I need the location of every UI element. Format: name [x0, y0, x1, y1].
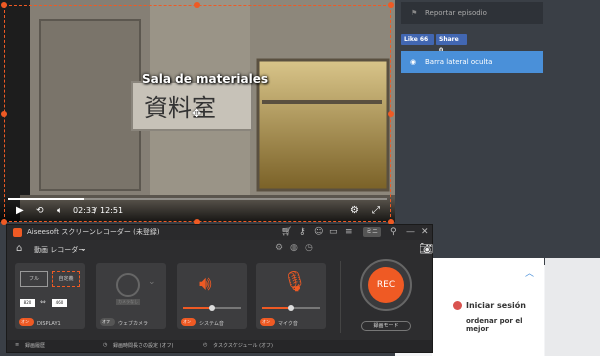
width-input[interactable]: 820 — [20, 299, 35, 307]
subtitle-text: Sala de materiales — [142, 72, 269, 86]
sign-text: 資料室 — [144, 94, 216, 122]
chevron-down-icon[interactable]: ⌄ — [148, 277, 156, 287]
system-volume-slider[interactable] — [183, 305, 241, 311]
resize-handle[interactable] — [388, 2, 394, 8]
pin-icon[interactable]: ⚲ — [390, 226, 397, 238]
title-bar[interactable]: Aiseesoft スクリーンレコーダー (未登録) 🛒︎ ⚷ ☺ ▭ ≡ ミニ… — [7, 225, 432, 240]
gear-icon[interactable]: ⚙ — [275, 243, 283, 253]
toolbar: ⌂ 動画 レコーダー ⌄ ⚙ ◍ ◷ 📷︎ — [7, 240, 433, 258]
login-link[interactable]: Iniciar sesión — [453, 301, 526, 310]
progress-bar[interactable] — [8, 198, 387, 200]
system-audio-toggle[interactable]: オン — [181, 318, 196, 326]
chevron-up-icon[interactable]: ︿ — [525, 266, 534, 279]
webcam-off-icon — [116, 273, 140, 297]
history-icon: ≡ — [15, 342, 20, 348]
camera-icon[interactable]: 📷︎ — [419, 242, 433, 255]
no-camera-label: カメラなし — [116, 299, 140, 305]
user-icon — [453, 301, 462, 310]
eye-icon: ◉ — [410, 58, 417, 66]
microphone-toggle[interactable]: オン — [260, 318, 275, 326]
current-time: 02:33 — [73, 206, 97, 215]
facebook-like-button[interactable]: Like 66 — [401, 34, 434, 45]
rec-label: REC — [368, 267, 404, 303]
home-icon[interactable]: ⌂ — [16, 243, 22, 254]
screen-panel: フル 自定義 820 ⇔ 460 オン DISPLAY1 — [15, 263, 85, 329]
sort-dropdown[interactable]: ordenar por el mejor — [466, 317, 536, 333]
screen-toggle[interactable]: オン — [19, 318, 34, 326]
link-icon[interactable]: ⇔ — [40, 298, 46, 306]
clock-icon: ◷ — [103, 342, 108, 348]
fullscreen-icon[interactable]: ⤢ — [372, 205, 380, 217]
comments-side — [545, 258, 600, 356]
resize-handle[interactable] — [1, 2, 7, 8]
total-time: 12:51 — [100, 206, 124, 215]
window-title: Aiseesoft スクリーンレコーダー (未登録) — [27, 228, 160, 236]
time-separator: / — [94, 206, 97, 215]
chat-icon[interactable]: ▭ — [329, 226, 338, 238]
resize-handle[interactable] — [194, 2, 200, 8]
microphone-icon: 🎙︎ — [282, 269, 308, 293]
volume-icon[interactable]: 🔈︎ — [57, 205, 62, 217]
microphone-panel: 🎙︎ オン マイク音 — [256, 263, 326, 329]
menu-icon[interactable]: ≡ — [345, 226, 353, 238]
duration-link[interactable]: 録画時間長さの設定 (オフ) — [113, 342, 174, 349]
full-screen-button[interactable]: フル — [20, 271, 48, 287]
height-input[interactable]: 460 — [52, 299, 67, 307]
bottom-bar: ≡ 録画履歴 ◷ 録画時間長さの設定 (オフ) ◴ タスクスケジュール (オフ) — [7, 340, 432, 352]
resize-handle[interactable] — [388, 111, 394, 117]
report-label: Reportar episodio — [425, 9, 487, 17]
minimize-icon[interactable]: — — [406, 226, 415, 238]
history-link[interactable]: 録画履歴 — [25, 342, 45, 349]
report-episode-button[interactable]: ⚑ Reportar episodio — [401, 2, 543, 24]
rec-button[interactable]: REC — [360, 259, 412, 311]
video-player[interactable]: 資料室 Sala de materiales ✥ ▶ ⟲ 🔈︎ 02:33 / … — [0, 0, 395, 222]
replay-icon[interactable]: ⟲ — [36, 205, 44, 217]
app-logo-icon — [13, 228, 22, 237]
webcam-toggle[interactable]: オフ — [100, 318, 115, 326]
login-label: Iniciar sesión — [466, 301, 526, 310]
speaker-icon: 🔊︎ — [199, 271, 212, 295]
user-icon[interactable]: ☺ — [314, 226, 323, 238]
schedule-icon: ◴ — [203, 342, 208, 348]
key-icon[interactable]: ⚷ — [299, 226, 306, 238]
move-cursor-icon: ✥ — [192, 107, 202, 120]
resize-handle[interactable] — [1, 111, 7, 117]
record-mode-button[interactable]: 録画モード — [361, 321, 411, 331]
display-select[interactable]: DISPLAY1 — [37, 321, 61, 327]
custom-region-button[interactable]: 自定義 — [52, 271, 80, 287]
sidebar-label: Barra lateral oculta — [425, 58, 493, 66]
flag-icon: ⚑ — [411, 9, 418, 17]
system-audio-label: システム音 — [199, 321, 224, 327]
mic-volume-slider[interactable] — [262, 305, 320, 311]
webcam-label: ウェブカメラ — [118, 321, 149, 327]
clock-icon[interactable]: ◷ — [305, 243, 313, 253]
mini-mode-button[interactable]: ミニ — [363, 227, 382, 237]
hide-sidebar-button[interactable]: ◉ Barra lateral oculta — [401, 51, 543, 73]
close-icon[interactable]: ✕ — [421, 226, 429, 238]
facebook-share-button[interactable]: Share 0 — [436, 34, 467, 54]
webcam-panel: ⌄ カメラなし オフ ウェブカメラ — [96, 263, 166, 329]
divider — [340, 261, 341, 333]
play-icon[interactable]: ▶ — [16, 205, 24, 217]
microphone-label: マイク音 — [278, 321, 298, 327]
cart-icon[interactable]: 🛒︎ — [281, 226, 292, 238]
schedule-link[interactable]: タスクスケジュール (オフ) — [213, 342, 273, 349]
settings-icon[interactable]: ⚙ — [350, 205, 359, 217]
mouse-icon[interactable]: ◍ — [290, 243, 298, 253]
mode-dropdown[interactable]: 動画 レコーダー — [34, 245, 85, 255]
system-audio-panel: 🔊︎ オン システム音 — [177, 263, 247, 329]
chevron-down-icon[interactable]: ⌄ — [80, 244, 87, 253]
screen-recorder-window: Aiseesoft スクリーンレコーダー (未登録) 🛒︎ ⚷ ☺ ▭ ≡ ミニ… — [6, 224, 433, 353]
